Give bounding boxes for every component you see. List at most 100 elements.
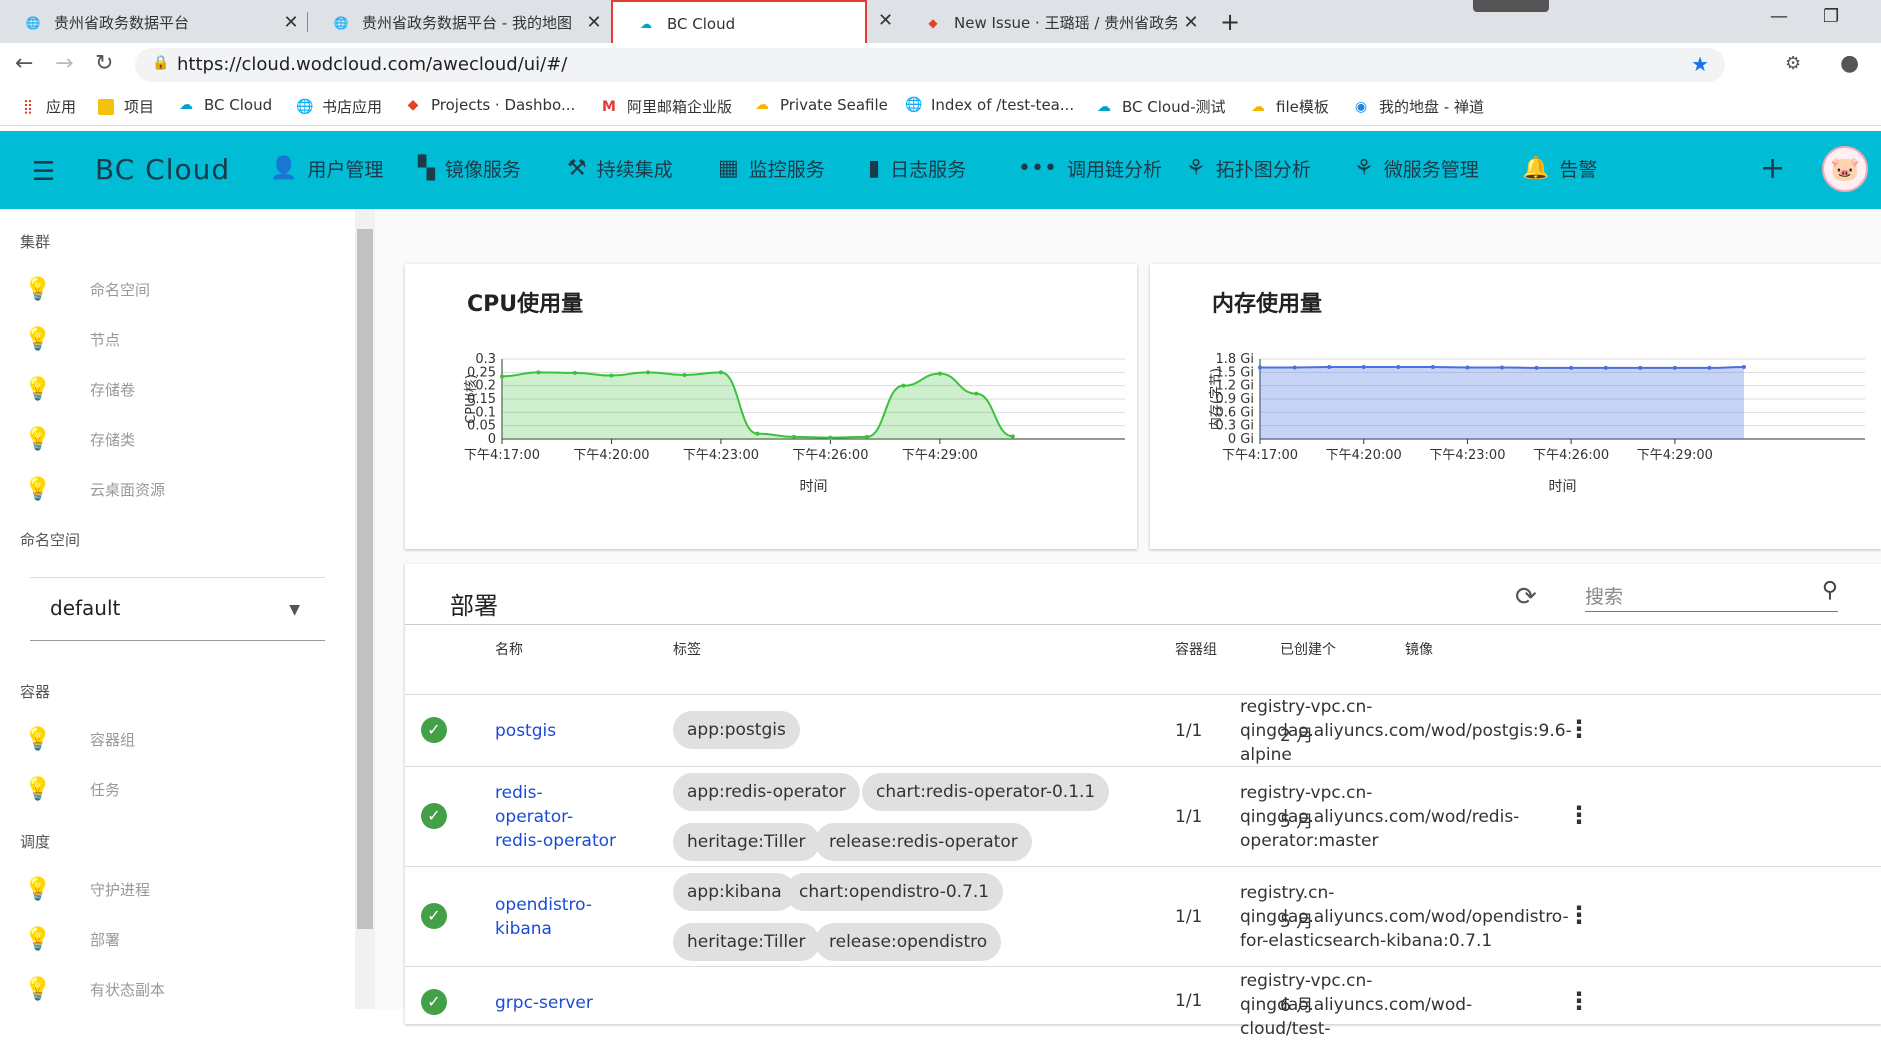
cloud-icon: ☁: [640, 16, 652, 31]
dashboard-icon: ▦: [718, 156, 739, 181]
bookmark-item[interactable]: 🌐 书店应用: [296, 96, 382, 117]
nav-microservice[interactable]: ⚘ 微服务管理: [1354, 155, 1479, 182]
table-row[interactable]: ✓ opendistro-kibana app:kibana chart:ope…: [405, 866, 1881, 966]
bookmark-item[interactable]: 🌐 Index of /test-tea...: [905, 96, 1074, 114]
app-brand[interactable]: BC Cloud: [95, 153, 230, 186]
bookmark-label: 阿里邮箱企业版: [627, 98, 733, 116]
topology-icon: ⚘: [1354, 156, 1374, 181]
nav-image-service[interactable]: ▚ 镜像服务: [418, 155, 521, 182]
browser-tab-active[interactable]: ☁ BC Cloud: [611, 0, 867, 47]
more-vert-icon[interactable]: ⋮: [1567, 801, 1591, 829]
nav-user-management[interactable]: 👤 用户管理: [270, 155, 383, 182]
menu-icon[interactable]: ☰: [32, 157, 55, 187]
data-point: [1603, 365, 1608, 370]
nav-topology[interactable]: ⚘ 拓扑图分析: [1186, 155, 1311, 182]
namespace-select[interactable]: default ▼: [30, 577, 325, 641]
refresh-icon[interactable]: ⟳: [1515, 582, 1537, 612]
nav-label: 拓扑图分析: [1215, 159, 1311, 181]
sidebar-item-nodes[interactable]: 💡 节点: [24, 327, 120, 352]
browser-tab[interactable]: 🌐 贵州省政务数据平台 - 我的地图 ✕: [308, 2, 608, 43]
sidebar-item-daemonsets[interactable]: 💡 守护进程: [24, 877, 150, 902]
deployment-name-link[interactable]: redis-operator-redis-operator: [495, 781, 616, 853]
star-icon[interactable]: ★: [1691, 52, 1709, 76]
cloud-icon: ☁: [179, 97, 193, 113]
image-line: operator:master: [1240, 831, 1379, 851]
bookmark-item[interactable]: M 阿里邮箱企业版: [601, 96, 732, 117]
reload-icon[interactable]: ↻: [95, 51, 113, 76]
sidebar-scrollbar[interactable]: [355, 209, 375, 1009]
lightbulb-icon: 💡: [24, 327, 52, 352]
browser-tab[interactable]: ◆ New Issue · 王璐瑶 / 贵州省政务 ✕: [900, 2, 1205, 43]
table-row[interactable]: ✓ postgis app:postgis 1/1 2 月 registry-v…: [405, 694, 1881, 766]
lightbulb-icon: 💡: [24, 977, 52, 1002]
nav-label: 日志服务: [890, 159, 967, 181]
bookmark-item[interactable]: ☁ BC Cloud: [178, 96, 272, 114]
bookmark-item[interactable]: ⣿ 应用: [20, 96, 76, 117]
search-input[interactable]: 搜索 ⚲: [1585, 574, 1838, 612]
minimize-icon[interactable]: —: [1770, 6, 1788, 27]
close-icon[interactable]: ✕: [1177, 12, 1205, 33]
back-icon[interactable]: ←: [15, 51, 33, 76]
bookmark-label: Index of /test-tea...: [931, 96, 1075, 114]
gitlab-icon: ◆: [928, 15, 938, 30]
search-icon[interactable]: ⚲: [1822, 578, 1838, 603]
browser-tab[interactable]: 🌐 贵州省政务数据平台 ✕: [0, 2, 305, 43]
table-row[interactable]: ✓ grpc-server 1/1 6 月 registry-vpc.cn-qi…: [405, 966, 1881, 1039]
column-header-name[interactable]: 名称: [495, 639, 523, 659]
bookmark-item[interactable]: ☁ Private Seafile: [754, 96, 888, 114]
bookmarks-bar: ⣿ 应用 项目 ☁ BC Cloud 🌐 书店应用 ◆ Projects · Dashb…: [0, 86, 1881, 126]
person-icon: 👤: [270, 156, 298, 181]
sidebar-item-storage-classes[interactable]: 💡 存储类: [24, 427, 135, 452]
image-line: registry.cn-: [1240, 883, 1335, 903]
sidebar-item-statefulsets[interactable]: 💡 有状态副本: [24, 977, 165, 1002]
new-tab-button[interactable]: +: [1220, 8, 1240, 36]
bookmark-item[interactable]: ☁ BC Cloud-测试: [1096, 96, 1226, 117]
bookmark-item[interactable]: ◉ 我的地盘 - 禅道: [1353, 96, 1484, 117]
column-header-created[interactable]: 已创建个: [1280, 639, 1336, 659]
sidebar-item-pods[interactable]: 💡 容器组: [24, 727, 135, 752]
url-field[interactable]: 🔒 https://cloud.wodcloud.com/awecloud/ui…: [135, 48, 1725, 82]
nav-ci[interactable]: ⚒ 持续集成: [567, 155, 673, 182]
data-point: [1396, 365, 1401, 369]
scrollbar-thumb[interactable]: [357, 229, 373, 929]
bookmark-item[interactable]: ☁ file模板: [1250, 96, 1329, 117]
column-header-pods: 容器组: [1175, 642, 1217, 658]
close-icon[interactable]: ✕: [878, 10, 893, 31]
account-icon[interactable]: ●: [1840, 51, 1859, 76]
sidebar-item-desktop-resources[interactable]: 💡 云桌面资源: [24, 477, 165, 502]
deployment-name-link[interactable]: opendistro-kibana: [495, 893, 592, 941]
more-vert-icon[interactable]: ⋮: [1567, 901, 1591, 929]
add-icon[interactable]: +: [1760, 151, 1785, 186]
forward-icon[interactable]: →: [55, 51, 73, 76]
bookmark-item[interactable]: 项目: [98, 96, 154, 117]
close-icon[interactable]: ✕: [580, 12, 608, 33]
table-row[interactable]: ✓ redis-operator-redis-operator app:redi…: [405, 766, 1881, 866]
nav-monitoring[interactable]: ▦ 监控服务: [718, 155, 825, 182]
check-circle-icon: ✓: [421, 717, 447, 743]
bookmark-item[interactable]: ◆ Projects · Dashbo...: [405, 96, 576, 114]
sidebar-item-label: 部署: [90, 931, 121, 949]
sidebar-item-volumes[interactable]: 💡 存储卷: [24, 377, 135, 402]
sidebar-item-namespaces[interactable]: 💡 命名空间: [24, 277, 150, 302]
nav-logging[interactable]: ▮ 日志服务: [868, 155, 966, 182]
sidebar-section-title: 调度: [20, 833, 51, 851]
sidebar-item-jobs[interactable]: 💡 任务: [24, 777, 120, 802]
sidebar-section-title: 集群: [20, 233, 51, 251]
deployment-name-link[interactable]: grpc-server: [495, 991, 593, 1015]
sidebar-item-deployments[interactable]: 💡 部署: [24, 927, 120, 952]
close-icon[interactable]: ✕: [277, 12, 305, 33]
extension-icon[interactable]: ⚙: [1785, 53, 1801, 74]
more-vert-icon[interactable]: ⋮: [1567, 987, 1591, 1015]
more-vert-icon[interactable]: ⋮: [1567, 715, 1591, 743]
nav-alerts[interactable]: 🔔 告警: [1522, 155, 1597, 182]
nav-tracing[interactable]: ••• 调用链分析: [1018, 155, 1162, 182]
topology-icon: ⚘: [1186, 156, 1206, 181]
x-axis-label: 时间: [800, 479, 828, 495]
label-chip: chart:redis-operator-0.1.1: [862, 773, 1110, 811]
cpu-chart-card: CPU使用量 0 0.05 0.1 0.15 0.2 0.25 0.3 下午4:17:00 下午…: [405, 264, 1137, 549]
tab-title: New Issue · 王璐瑶 / 贵州省政务: [954, 14, 1177, 32]
avatar[interactable]: 🐷: [1822, 146, 1868, 192]
data-point: [572, 370, 577, 375]
deployment-name-link[interactable]: postgis: [495, 719, 556, 743]
maximize-icon[interactable]: ❐: [1823, 6, 1839, 27]
